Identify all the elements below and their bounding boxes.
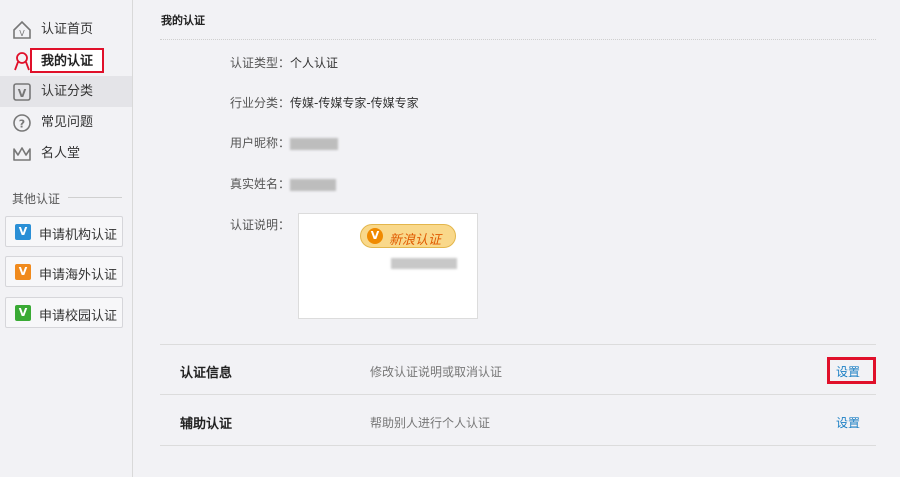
page-title: 我的认证 [161, 14, 205, 27]
ribbon-icon [12, 51, 32, 71]
field-value: 个人认证 [290, 56, 339, 70]
real-name-field: 真实姓名： [230, 175, 337, 192]
verification-info-settings-link[interactable]: 设置 [836, 363, 860, 380]
sidebar-item-label: 名人堂 [41, 146, 81, 161]
nickname-field: 用户昵称： [230, 134, 339, 151]
apply-campus-button[interactable]: V 申请校园认证 [5, 297, 123, 328]
redacted-value [290, 178, 337, 191]
divider [68, 197, 122, 198]
sidebar-item-label: 常见问题 [41, 115, 94, 130]
v-box-icon: V [12, 82, 32, 102]
redacted-value [290, 137, 339, 150]
divider [160, 394, 876, 395]
divider [160, 39, 876, 40]
sidebar: V 认证首页 我的认证 V 认证分类 ? 常见问题 名人堂 其他认证 V 申请机… [0, 0, 133, 477]
certificate-image: V 新浪认证 [298, 213, 478, 319]
main-panel: 我的认证 认证类型：个人认证 行业分类：传媒-传媒专家-传媒专家 用户昵称： 真… [133, 0, 900, 477]
assist-verification-title: 辅助认证 [180, 417, 233, 432]
apply-overseas-button[interactable]: V 申请海外认证 [5, 256, 123, 287]
field-label: 行业分类： [230, 96, 291, 110]
sidebar-item-label: 我的认证 [30, 48, 104, 73]
home-v-icon: V [12, 20, 32, 40]
sidebar-item-my-verification[interactable]: 我的认证 [0, 45, 132, 76]
divider [160, 344, 876, 345]
svg-text:V: V [18, 87, 27, 100]
field-label: 认证说明： [230, 218, 291, 232]
v-badge-icon: V [15, 224, 31, 240]
svg-text:?: ? [19, 118, 25, 131]
description-field: 认证说明： [230, 216, 290, 233]
redacted-text [391, 258, 457, 269]
sidebar-item-faq[interactable]: ? 常见问题 [0, 107, 132, 138]
field-label: 认证类型： [230, 56, 291, 70]
apply-overseas-label: 申请海外认证 [39, 268, 118, 283]
verification-info-title: 认证信息 [180, 366, 233, 381]
verification-info-desc: 修改认证说明或取消认证 [370, 365, 503, 379]
v-badge-icon: V [15, 264, 31, 280]
question-icon: ? [12, 113, 32, 133]
sidebar-item-label: 认证分类 [41, 84, 94, 99]
sidebar-item-label: 认证首页 [41, 22, 94, 37]
apply-campus-label: 申请校园认证 [39, 309, 118, 324]
field-label: 真实姓名： [230, 177, 291, 191]
divider [160, 445, 876, 446]
v-badge-icon: V [15, 305, 31, 321]
crown-icon [12, 144, 32, 164]
badge-text: 新浪认证 [389, 233, 442, 248]
svg-text:V: V [19, 29, 25, 38]
sina-verified-badge: V 新浪认证 [360, 224, 456, 248]
field-value: 传媒-传媒专家-传媒专家 [290, 96, 419, 110]
assist-verification-desc: 帮助别人进行个人认证 [370, 416, 491, 430]
sidebar-item-home[interactable]: V 认证首页 [0, 14, 132, 45]
assist-verification-settings-link[interactable]: 设置 [836, 414, 860, 431]
other-verification-heading: 其他认证 [12, 192, 61, 206]
apply-organization-button[interactable]: V 申请机构认证 [5, 216, 123, 247]
verification-type-field: 认证类型：个人认证 [230, 54, 338, 71]
apply-organization-label: 申请机构认证 [39, 228, 118, 243]
field-label: 用户昵称： [230, 136, 291, 150]
v-badge-icon: V [367, 228, 383, 244]
industry-field: 行业分类：传媒-传媒专家-传媒专家 [230, 94, 419, 111]
sidebar-item-hall-of-fame[interactable]: 名人堂 [0, 138, 132, 169]
sidebar-item-category[interactable]: V 认证分类 [0, 76, 132, 107]
